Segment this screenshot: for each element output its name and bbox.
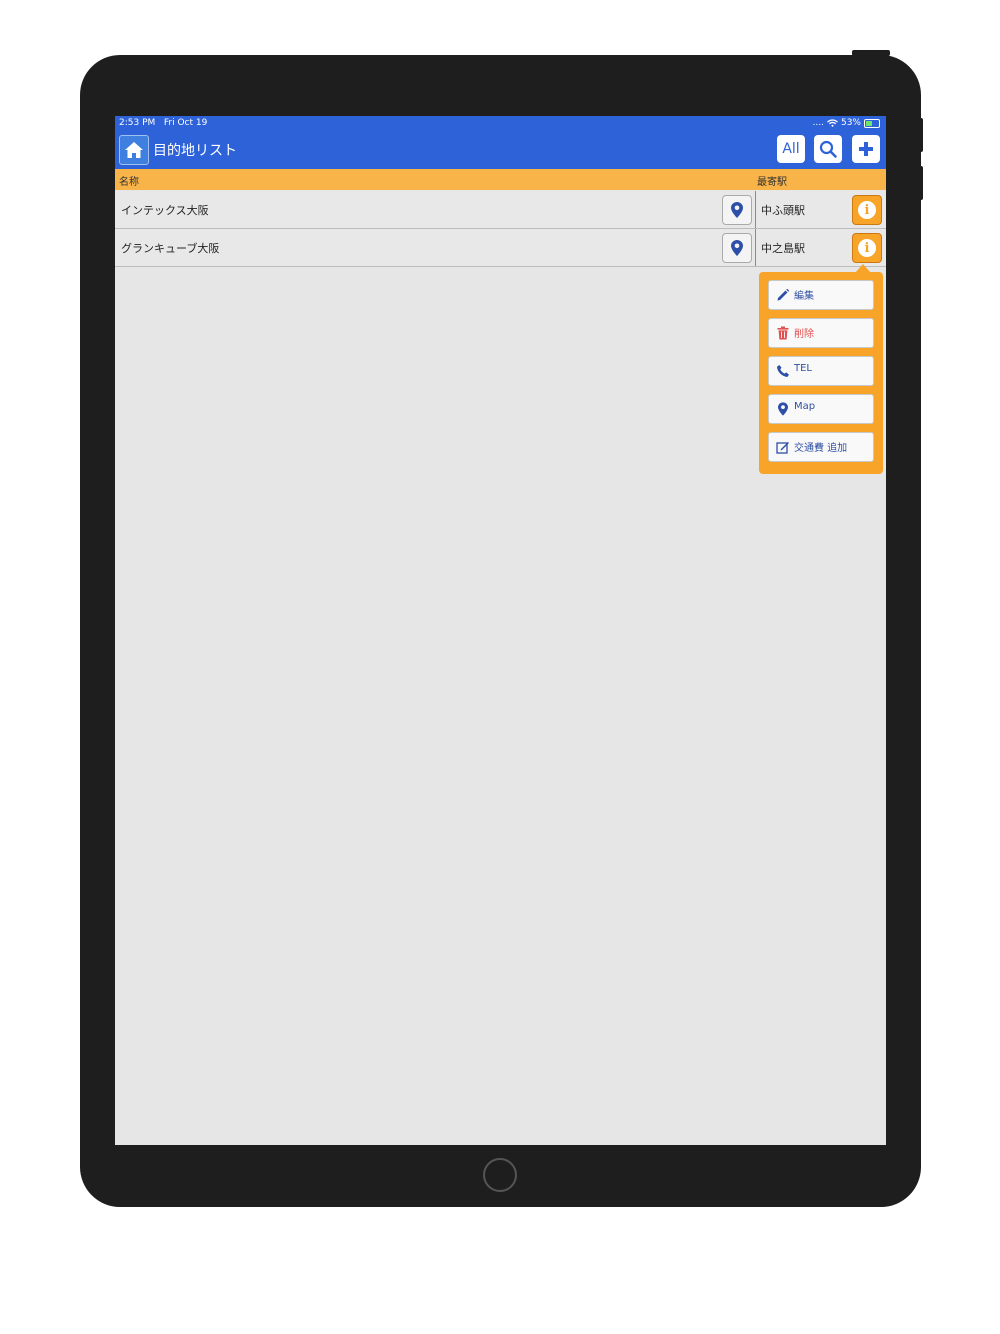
- action-popover: 編集 削除 TEL Map 交通費 追加: [759, 272, 883, 474]
- add-transport-expense-label: 交通費 追加: [794, 443, 848, 454]
- column-header: 名称 最寄駅: [115, 169, 886, 190]
- wifi-icon: [827, 119, 838, 127]
- status-time-date: 2:53 PM Fri Oct 19: [119, 118, 208, 128]
- all-button[interactable]: All: [777, 135, 805, 163]
- battery-icon: [864, 118, 880, 128]
- status-right: .... 53%: [813, 118, 880, 128]
- map-pin-button[interactable]: [722, 195, 752, 225]
- info-icon: i: [858, 239, 876, 257]
- map-pin-button[interactable]: [722, 233, 752, 263]
- search-icon: [819, 140, 837, 158]
- map-label: Map: [794, 401, 816, 412]
- edit-label: 編集: [794, 291, 814, 302]
- column-divider: [755, 229, 756, 266]
- column-divider: [755, 191, 756, 228]
- info-icon: i: [858, 201, 876, 219]
- map-button[interactable]: Map: [768, 394, 874, 424]
- signal-dots: ....: [812, 118, 824, 128]
- map-pin-icon: [731, 240, 743, 256]
- table-row[interactable]: インテックス大阪 中ふ頭駅 i: [115, 191, 886, 229]
- delete-label: 削除: [794, 329, 814, 340]
- delete-button[interactable]: 削除: [768, 318, 874, 348]
- home-button[interactable]: [119, 135, 149, 165]
- edit-button[interactable]: 編集: [768, 280, 874, 310]
- screen: 2:53 PM Fri Oct 19 .... 53% 目的地リスト All 名…: [115, 116, 886, 1145]
- home-icon: [125, 142, 143, 158]
- destination-name: グランキューブ大阪: [121, 242, 220, 255]
- plus-icon: [859, 142, 873, 156]
- search-button[interactable]: [814, 135, 842, 163]
- battery-percent: 53%: [840, 118, 861, 128]
- nearest-station: 中ふ頭駅: [761, 204, 805, 217]
- map-pin-icon: [731, 202, 743, 218]
- info-button[interactable]: i: [852, 195, 882, 225]
- page-title: 目的地リスト: [153, 143, 237, 159]
- navigation-bar: 目的地リスト All: [115, 131, 886, 169]
- table-row[interactable]: グランキューブ大阪 中之島駅 i: [115, 229, 886, 267]
- battery-level-fill: [866, 120, 873, 126]
- pencil-icon: [776, 288, 790, 302]
- device-home-button[interactable]: [483, 1158, 517, 1192]
- edit-note-icon: [776, 440, 790, 454]
- add-button[interactable]: [852, 135, 880, 163]
- status-bar: 2:53 PM Fri Oct 19 .... 53%: [115, 116, 886, 131]
- phone-icon: [776, 364, 790, 378]
- tel-label: TEL: [794, 363, 812, 374]
- info-button[interactable]: i: [852, 233, 882, 263]
- nearest-station: 中之島駅: [761, 242, 805, 255]
- column-station-header: 最寄駅: [757, 177, 787, 188]
- column-name-header: 名称: [119, 177, 139, 188]
- trash-icon: [776, 326, 790, 340]
- add-transport-expense-button[interactable]: 交通費 追加: [768, 432, 874, 462]
- destination-name: インテックス大阪: [121, 204, 209, 217]
- all-button-label: All: [782, 141, 800, 157]
- tel-button[interactable]: TEL: [768, 356, 874, 386]
- map-pin-icon: [776, 402, 790, 416]
